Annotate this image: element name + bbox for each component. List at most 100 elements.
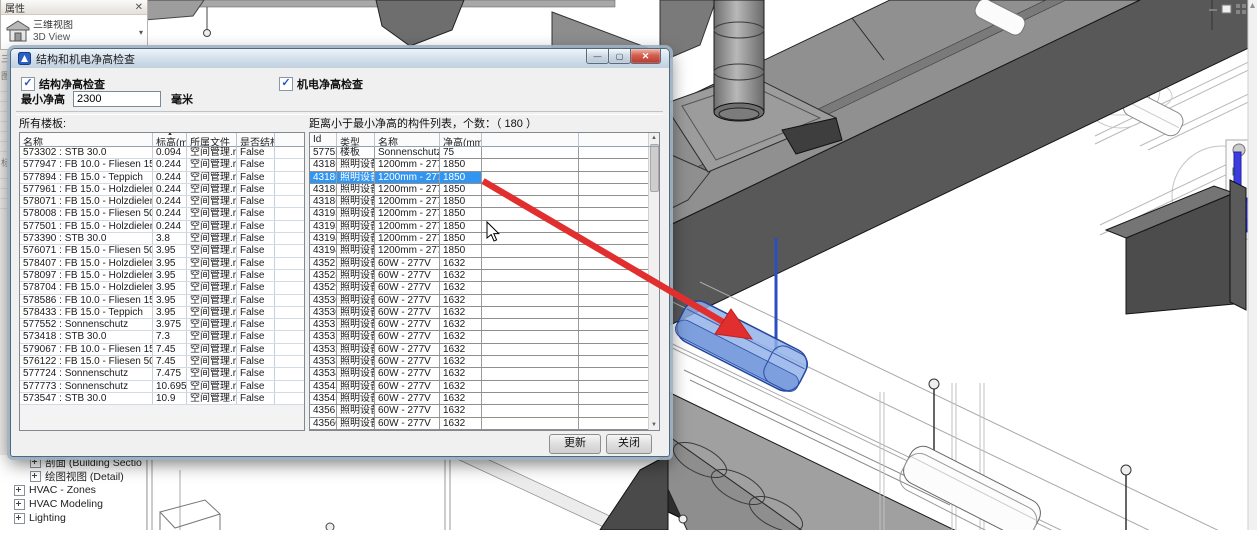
table-row[interactable]: 435295照明设备60W - 277V1632 [310,282,649,294]
column-header[interactable]: 名称 [375,133,440,147]
column-header[interactable]: 名称 [20,133,153,147]
table-row[interactable]: 431939照明设备1200mm - 277V1850 [310,221,649,233]
tree-expand-icon[interactable] [30,457,41,468]
table-row[interactable]: 576122 : FB 15.0 - Fliesen 50 x 507.45空间… [20,356,304,368]
table-row[interactable]: 577501 : FB 15.0 - Holzdielen0.244空间管理.r… [20,221,304,233]
table-row[interactable]: 578407 : FB 15.0 - Holzdielen3.95空间管理.rv… [20,258,304,270]
table-row[interactable]: 573302 : STB 30.00.094空间管理.rvtFalse [20,147,304,159]
mep-clearance-checkbox[interactable]: ✓ 机电净高检查 [279,76,363,92]
table-row[interactable]: 435288照明设备60W - 277V1632 [310,270,649,282]
table-cell: 照明设备 [337,282,375,293]
table-cell [275,147,304,158]
table-row[interactable]: 577724 : Sonnenschutz7.475空间管理.rvtFalse [20,368,304,380]
update-button[interactable]: 更新 [549,434,601,454]
table-cell: 435331 [310,356,337,367]
table-cell: 1850 [440,172,482,183]
table-cell [275,270,304,281]
table-row[interactable]: 431940照明设备1200mm - 277V1850 [310,233,649,245]
view-scrollbar[interactable] [1248,0,1257,530]
column-header[interactable] [579,133,659,147]
tree-expand-icon[interactable] [14,499,25,510]
table-cell: False [237,282,275,293]
table-scrollbar[interactable]: ▲ ▼ [648,133,659,430]
structure-clearance-checkbox[interactable]: ✓ 结构净高检查 [21,76,105,92]
min-clearance-input[interactable] [73,91,161,107]
column-header[interactable]: 所属文件 [187,133,237,147]
table-cell: 照明设备 [337,208,375,219]
table-row[interactable]: 435210照明设备60W - 277V1632 [310,258,649,270]
table-row[interactable]: 577947 : FB 10.0 - Fliesen 15 x 150.244空… [20,159,304,171]
tree-item[interactable]: HVAC Modeling [0,497,146,511]
properties-close-icon[interactable]: ✕ [135,3,143,13]
table-row[interactable]: 435331照明设备60W - 277V1632 [310,356,649,368]
table-row[interactable]: 435307照明设备60W - 277V1632 [310,307,649,319]
table-row[interactable]: 435319照明设备60W - 277V1632 [310,331,649,343]
table-row[interactable]: 577773 : Sonnenschutz10.695空间管理.rvtFalse [20,381,304,393]
close-button[interactable]: 关闭 [606,434,652,454]
table-row[interactable]: 431938照明设备1200mm - 277V1850 [310,208,649,220]
table-row[interactable]: 435301照明设备60W - 277V1632 [310,295,649,307]
table-row[interactable]: 435438照明设备60W - 277V1632 [310,381,649,393]
table-row[interactable]: 578097 : FB 15.0 - Holzdielen3.95空间管理.rv… [20,270,304,282]
table-row[interactable]: 435450照明设备60W - 277V1632 [310,393,649,405]
table-row[interactable]: 578586 : FB 10.0 - Fliesen 15 x 153.95空间… [20,295,304,307]
table-row[interactable]: 578704 : FB 15.0 - Holzdielen3.95空间管理.rv… [20,282,304,294]
scrollbar-thumb[interactable] [650,144,659,192]
column-header[interactable]: 是否结构 [237,133,275,147]
table-row[interactable]: 435618照明设备60W - 277V1632 [310,405,649,417]
table-row[interactable]: 576071 : FB 15.0 - Fliesen 50 x 503.95空间… [20,245,304,257]
table-row[interactable]: 573390 : STB 30.03.8空间管理.rvtFalse [20,233,304,245]
table-row[interactable]: 435608照明设备60W - 277V1632 [310,418,649,430]
table-row[interactable]: 435325照明设备60W - 277V1632 [310,344,649,356]
table-row[interactable]: 577552楼板Sonnenschutz75 [310,147,649,159]
dialog-maximize-button[interactable]: ▢ [608,49,631,64]
column-header[interactable]: 类型 [337,133,375,147]
scroll-down-icon[interactable]: ▼ [649,420,659,430]
floors-table[interactable]: 名称标高(m)▲所属文件是否结构573302 : STB 30.00.094空间… [19,132,305,431]
table-cell: False [237,307,275,318]
table-cell: 1632 [440,381,482,392]
table-row[interactable]: 578071 : FB 15.0 - Holzdielen0.244空间管理.r… [20,196,304,208]
tree-item[interactable]: Lighting [0,511,146,525]
column-header[interactable] [482,133,579,147]
table-row[interactable]: 577552 : Sonnenschutz3.975空间管理.rvtFalse [20,319,304,331]
violations-table[interactable]: ▲ ▼ Id类型名称净高(mm)577552楼板Sonnenschutz7543… [309,132,660,431]
table-row[interactable]: 577894 : FB 15.0 - Teppich0.244空间管理.rvtF… [20,172,304,184]
dialog-minimize-button[interactable]: — [586,49,609,64]
table-cell: False [237,319,275,330]
table-row[interactable]: 578433 : FB 15.0 - Teppich3.95空间管理.rvtFa… [20,307,304,319]
column-header[interactable]: Id [310,133,337,147]
tree-expand-icon[interactable] [14,513,25,524]
table-cell [482,221,579,232]
column-header[interactable]: 标高(m)▲ [153,133,187,147]
table-row[interactable]: 431864照明设备1200mm - 277V1850 [310,172,649,184]
table-row[interactable]: 435313照明设备60W - 277V1632 [310,319,649,331]
table-row[interactable]: 579067 : FB 10.0 - Fliesen 15 x 157.45空间… [20,344,304,356]
duct-end-right[interactable] [1106,140,1257,314]
table-row[interactable]: 577961 : FB 15.0 - Holzdielen0.244空间管理.r… [20,184,304,196]
table-row[interactable]: 573418 : STB 30.07.3空间管理.rvtFalse [20,331,304,343]
table-row[interactable]: 435346照明设备60W - 277V1632 [310,368,649,380]
dialog-close-button[interactable]: ✕ [630,49,661,64]
table-row[interactable]: 431865照明设备1200mm - 277V1850 [310,184,649,196]
table-row[interactable]: 578008 : FB 15.0 - Fliesen 50 x 500.244空… [20,208,304,220]
column-header[interactable]: 净高(mm) [440,133,482,147]
table-cell: 435450 [310,393,337,404]
table-row[interactable]: 573547 : STB 30.010.9空间管理.rvtFalse [20,393,304,405]
table-cell [482,270,579,281]
table-cell [275,221,304,232]
column-header[interactable] [275,133,304,147]
table-cell [482,331,579,342]
tree-item[interactable]: 剖面 (Building Sectio [0,455,146,469]
table-cell: False [237,196,275,207]
table-row[interactable]: 431866照明设备1200mm - 277V1850 [310,196,649,208]
dialog-titlebar[interactable]: 结构和机电净高检查 — ▢ ✕ [11,49,669,68]
tree-expand-icon[interactable] [14,485,25,496]
chevron-down-icon[interactable]: ▾ [139,28,145,37]
tree-item[interactable]: 绘图视图 (Detail) [0,469,146,483]
table-row[interactable]: 431863照明设备1200mm - 277V1850 [310,159,649,171]
table-row[interactable]: 431941照明设备1200mm - 277V1850 [310,245,649,257]
tree-item[interactable]: HVAC - Zones [0,483,146,497]
tree-expand-icon[interactable] [30,471,41,482]
type-selector[interactable]: 三维视图 3D View ▾ [1,14,147,49]
